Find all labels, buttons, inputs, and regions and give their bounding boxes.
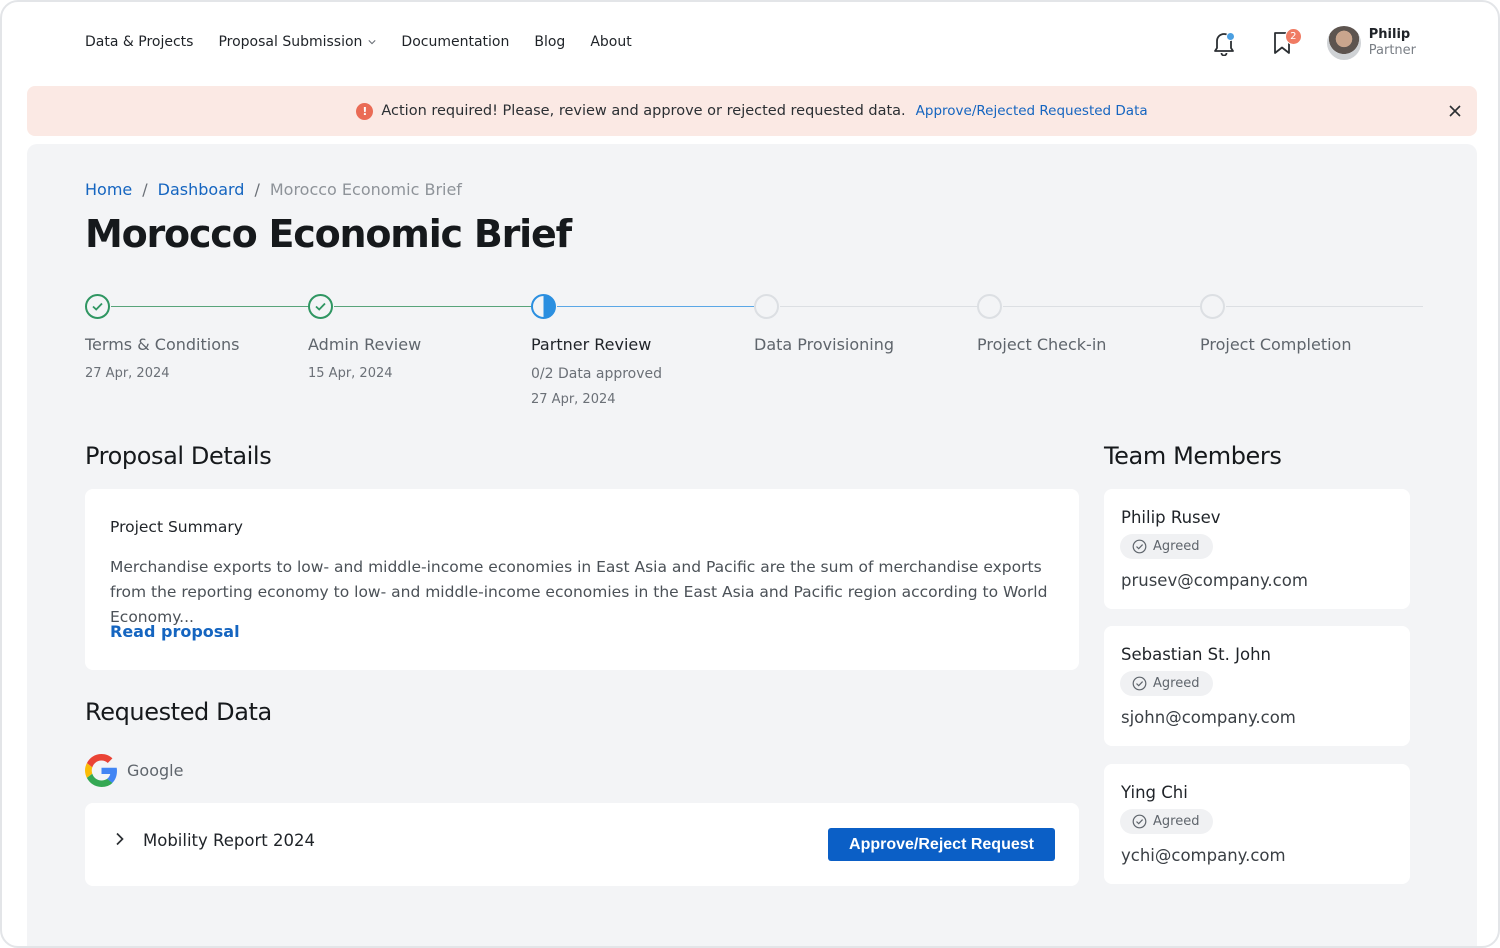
step-label: Terms & Conditions xyxy=(85,335,240,354)
requested-data-row: Mobility Report 2024 Approve/Reject Requ… xyxy=(85,803,1079,886)
step-label: Partner Review xyxy=(531,335,652,354)
alert-link[interactable]: Approve/Rejected Requested Data xyxy=(916,103,1148,119)
step-pending-icon xyxy=(754,294,779,319)
step-connector xyxy=(111,306,308,307)
step-connector xyxy=(557,306,754,307)
app-window: Data & Projects Proposal Submission Docu… xyxy=(0,0,1500,948)
nav-links: Data & Projects Proposal Submission Docu… xyxy=(85,34,657,50)
action-required-alert: ! Action required! Please, review and ap… xyxy=(27,86,1477,136)
notification-dot xyxy=(1225,32,1235,41)
member-email: ychi@company.com xyxy=(1121,846,1286,865)
nav-link-blog[interactable]: Blog xyxy=(534,34,565,50)
member-name: Philip Rusev xyxy=(1121,508,1221,527)
team-member-card: Sebastian St. John Agreed sjohn@company.… xyxy=(1104,626,1410,746)
breadcrumb-separator: / xyxy=(254,180,260,199)
provider-name: Google xyxy=(127,761,184,780)
status-badge: Agreed xyxy=(1120,534,1214,559)
check-icon xyxy=(315,302,326,311)
status-badge-label: Agreed xyxy=(1153,676,1200,691)
breadcrumb: Home / Dashboard / Morocco Economic Brie… xyxy=(85,180,462,199)
notifications-button[interactable] xyxy=(1211,28,1237,58)
step-in-progress-icon xyxy=(531,294,556,319)
data-provider: Google xyxy=(85,754,183,787)
approve-reject-button[interactable]: Approve/Reject Request xyxy=(828,828,1055,861)
team-member-card: Philip Rusev Agreed prusev@company.com xyxy=(1104,489,1410,609)
step-subtitle: 0/2 Data approved xyxy=(531,366,663,382)
project-summary-card: Project Summary Merchandise exports to l… xyxy=(85,489,1079,670)
read-proposal-link[interactable]: Read proposal xyxy=(110,622,240,641)
nav-link-label: Proposal Submission xyxy=(218,34,363,50)
nav-link-label: Data & Projects xyxy=(85,34,194,50)
step-connector xyxy=(1226,306,1423,307)
nav-link-label: Blog xyxy=(534,34,566,50)
status-badge-label: Agreed xyxy=(1153,539,1200,554)
requested-item-name: Mobility Report 2024 xyxy=(143,831,315,850)
nav-link-data-projects[interactable]: Data & Projects xyxy=(85,34,193,50)
status-badge: Agreed xyxy=(1120,671,1214,696)
breadcrumb-home[interactable]: Home xyxy=(85,180,132,199)
alert-close-button[interactable] xyxy=(1445,101,1465,121)
main-content: Home / Dashboard / Morocco Economic Brie… xyxy=(27,144,1477,946)
step-date: 15 Apr, 2024 xyxy=(308,366,393,381)
check-circle-icon xyxy=(1132,814,1147,829)
status-badge: Agreed xyxy=(1120,809,1214,834)
proposal-details-title: Proposal Details xyxy=(85,442,272,470)
step-date: 27 Apr, 2024 xyxy=(85,366,170,381)
breadcrumb-current: Morocco Economic Brief xyxy=(269,180,462,199)
step-connector xyxy=(780,306,977,307)
check-circle-icon xyxy=(1132,676,1147,691)
bookmark-count-badge: 2 xyxy=(1284,28,1302,45)
step-label: Admin Review xyxy=(308,335,422,354)
step-connector xyxy=(334,306,531,307)
page-title: Morocco Economic Brief xyxy=(85,212,572,256)
step-date: 27 Apr, 2024 xyxy=(531,392,616,407)
member-email: sjohn@company.com xyxy=(1121,708,1296,727)
google-logo-icon xyxy=(85,754,117,787)
step-complete-icon xyxy=(308,294,333,319)
check-circle-icon xyxy=(1132,539,1147,554)
step-connector xyxy=(1003,306,1200,307)
top-navigation: Data & Projects Proposal Submission Docu… xyxy=(2,2,1498,86)
progress-stepper: Terms & Conditions 27 Apr, 2024 Admin Re… xyxy=(85,294,1423,414)
member-name: Sebastian St. John xyxy=(1121,645,1271,664)
status-badge-label: Agreed xyxy=(1153,814,1200,829)
nav-link-about[interactable]: About xyxy=(590,34,631,50)
member-name: Ying Chi xyxy=(1121,783,1188,802)
check-icon xyxy=(92,302,103,311)
step-label: Project Check-in xyxy=(977,335,1107,354)
team-members-title: Team Members xyxy=(1104,442,1282,470)
nav-link-documentation[interactable]: Documentation xyxy=(401,34,509,50)
nav-link-label: Documentation xyxy=(401,34,510,50)
breadcrumb-separator: / xyxy=(142,180,148,199)
step-label: Data Provisioning xyxy=(754,335,895,354)
member-email: prusev@company.com xyxy=(1121,571,1308,590)
step-label: Project Completion xyxy=(1200,335,1352,354)
team-member-card: Ying Chi Agreed ychi@company.com xyxy=(1104,764,1410,884)
user-menu[interactable]: Philip Partner xyxy=(1326,26,1416,60)
chevron-down-icon xyxy=(368,40,377,45)
summary-title: Project Summary xyxy=(110,518,243,536)
alert-text: Action required! Please, review and appr… xyxy=(381,103,906,119)
step-pending-icon xyxy=(1200,294,1225,319)
user-role: Partner xyxy=(1368,43,1416,58)
user-name: Philip xyxy=(1368,27,1411,42)
nav-actions: 2 Philip Partner xyxy=(1211,26,1416,60)
close-icon xyxy=(1449,105,1461,117)
bookmarks-button[interactable]: 2 xyxy=(1269,28,1302,58)
summary-text: Merchandise exports to low- and middle-i… xyxy=(110,558,1048,626)
step-pending-icon xyxy=(977,294,1002,319)
chevron-right-icon[interactable] xyxy=(113,832,127,846)
avatar xyxy=(1326,26,1361,60)
nav-link-label: About xyxy=(590,34,632,50)
breadcrumb-dashboard[interactable]: Dashboard xyxy=(158,180,245,199)
step-complete-icon xyxy=(85,294,110,319)
nav-link-proposal-submission[interactable]: Proposal Submission xyxy=(218,34,377,50)
alert-icon: ! xyxy=(356,102,374,120)
requested-data-title: Requested Data xyxy=(85,698,272,726)
